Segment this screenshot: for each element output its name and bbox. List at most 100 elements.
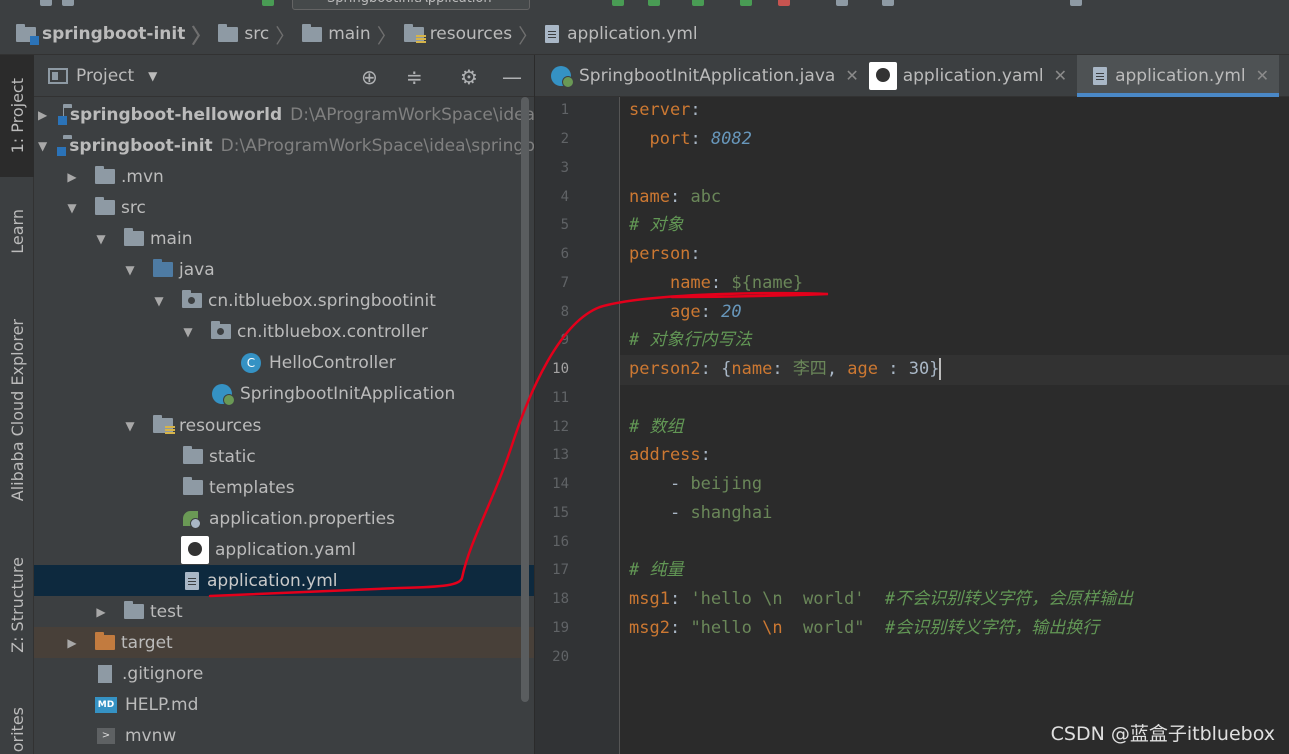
search-icon[interactable] xyxy=(1070,0,1082,6)
spring-boot-class-icon xyxy=(212,383,235,406)
resources-folder-icon xyxy=(153,415,175,435)
collapse-arrow-icon[interactable]: ▼ xyxy=(65,201,79,215)
toolbar-icon[interactable] xyxy=(40,0,52,6)
collapse-arrow-icon[interactable]: ▼ xyxy=(123,263,137,277)
tree-item-target[interactable]: ▶ target xyxy=(34,627,534,658)
code-line-10[interactable]: person2: {name: 李四, age : 30} xyxy=(629,355,942,383)
code-line-14[interactable]: - beijing xyxy=(629,470,762,498)
profile-icon[interactable] xyxy=(740,0,752,6)
editor-gutter: 1 2 3 4 5 6 7 8 9 10 11 12 13 14 15 16 1… xyxy=(535,97,620,754)
collapse-arrow-icon[interactable]: ▼ xyxy=(94,232,108,246)
code-editor[interactable]: server: port: 8082 name: abc # 对象 person… xyxy=(620,97,1289,754)
close-icon[interactable]: ✕ xyxy=(845,66,858,85)
line-number: 14 xyxy=(552,476,569,492)
project-view-icon xyxy=(48,67,68,84)
structure-tool-tab[interactable]: Z: Structure xyxy=(0,550,34,660)
collapse-all-icon[interactable]: ≑ xyxy=(406,65,423,89)
tree-item-application-properties[interactable]: application.properties xyxy=(34,503,534,534)
expand-arrow-icon[interactable]: ▶ xyxy=(65,170,79,184)
tree-item-application-yaml[interactable]: application.yaml xyxy=(34,534,534,565)
chevron-right-icon: 〉 xyxy=(376,23,397,48)
excluded-folder-icon xyxy=(95,632,115,650)
vcs-icon[interactable] xyxy=(882,0,894,6)
gitignore-file-icon xyxy=(98,664,112,683)
package-icon xyxy=(182,290,202,308)
tree-item-package-controller[interactable]: ▼ cn.itbluebox.controller xyxy=(34,316,534,347)
tab-application-yml[interactable]: application.yml ✕ xyxy=(1077,55,1280,97)
code-line-4[interactable]: name: abc xyxy=(629,183,721,211)
breadcrumb-item[interactable]: main 〉 xyxy=(302,20,403,49)
code-line-7[interactable]: name: ${name} xyxy=(629,269,803,297)
code-line-8[interactable]: age: 20 xyxy=(629,298,742,326)
code-line-18[interactable]: msg1: 'hello \n world' #不会识别转义字符，会原样输出 xyxy=(629,585,1133,613)
line-number: 6 xyxy=(560,246,569,262)
tree-item-static[interactable]: static xyxy=(34,441,534,472)
code-line-1[interactable]: server: xyxy=(629,96,701,124)
tree-item-springboot-init[interactable]: ▼ springboot-init D:\AProgramWorkSpace\i… xyxy=(34,130,534,161)
expand-arrow-icon[interactable]: ▶ xyxy=(38,108,47,122)
module-folder-icon xyxy=(16,23,39,45)
project-panel-scrollbar[interactable] xyxy=(521,97,529,702)
stop-icon[interactable] xyxy=(778,0,790,6)
tree-item-resources[interactable]: ▼ resources xyxy=(34,410,534,441)
alibaba-cloud-explorer-tab[interactable]: Alibaba Cloud Explorer xyxy=(0,295,34,525)
breadcrumb-item[interactable]: application.yml xyxy=(545,24,698,44)
debug-icon[interactable] xyxy=(648,0,660,6)
hide-panel-icon[interactable]: — xyxy=(502,65,522,89)
code-line-17[interactable]: # 纯量 xyxy=(629,556,683,584)
tree-item-mvn[interactable]: ▶ .mvn xyxy=(34,161,534,192)
breadcrumb-item[interactable]: src 〉 xyxy=(218,20,302,49)
tree-item-springboot-helloworld[interactable]: ▶ springboot-helloworld D:\AProgramWorkS… xyxy=(34,99,534,130)
project-view-title[interactable]: Project xyxy=(76,66,134,86)
code-line-6[interactable]: person: xyxy=(629,240,701,268)
expand-arrow-icon[interactable]: ▶ xyxy=(65,636,79,650)
expand-arrow-icon[interactable]: ▶ xyxy=(94,605,108,619)
collapse-arrow-icon[interactable]: ▼ xyxy=(123,419,137,433)
project-tool-tab[interactable]: 1: Project xyxy=(0,55,34,177)
folder-icon xyxy=(183,477,203,495)
code-line-9[interactable]: # 对象行内写法 xyxy=(629,326,751,354)
build-icon[interactable] xyxy=(262,0,274,6)
toolbar-icon[interactable] xyxy=(62,0,74,6)
code-line-15[interactable]: - shanghai xyxy=(629,499,772,527)
breadcrumb-item[interactable]: springboot-init 〉 xyxy=(16,20,218,49)
code-line-19[interactable]: msg2: "hello \n world" #会识别转义字符，输出换行 xyxy=(629,614,1099,642)
tree-item-hellocontroller[interactable]: C HelloController xyxy=(34,347,534,378)
code-line-12[interactable]: # 数组 xyxy=(629,413,683,441)
learn-tool-tab[interactable]: Learn xyxy=(0,190,34,272)
tree-item-package-springbootinit[interactable]: ▼ cn.itbluebox.springbootinit xyxy=(34,285,534,316)
favorites-tool-tab[interactable]: orites xyxy=(0,705,34,754)
code-line-13[interactable]: address: xyxy=(629,441,711,469)
tab-springbootinitapplication-java[interactable]: SpringbootInitApplication.java ✕ xyxy=(535,55,869,96)
tree-item-main[interactable]: ▼ main xyxy=(34,223,534,254)
breadcrumb-item[interactable]: resources 〉 xyxy=(403,20,545,49)
tab-application-yaml[interactable]: application.yaml ✕ xyxy=(868,55,1077,96)
gear-icon[interactable]: ⚙ xyxy=(460,65,478,89)
tree-item-springbootinitapplication[interactable]: SpringbootInitApplication xyxy=(34,378,534,409)
run-icon[interactable] xyxy=(612,0,624,6)
tree-item-templates[interactable]: templates xyxy=(34,472,534,503)
line-number: 19 xyxy=(552,620,569,636)
update-icon[interactable] xyxy=(836,0,848,6)
close-icon[interactable]: ✕ xyxy=(1256,66,1269,85)
chevron-down-icon[interactable]: ▼ xyxy=(148,69,157,83)
collapse-arrow-icon[interactable]: ▼ xyxy=(181,325,195,339)
coverage-icon[interactable] xyxy=(692,0,704,6)
tree-item-application-yml[interactable]: application.yml xyxy=(34,565,534,596)
locate-icon[interactable]: ⊕ xyxy=(361,65,378,89)
code-line-2[interactable]: port: 8082 xyxy=(629,125,751,153)
tree-item-java[interactable]: ▼ java xyxy=(34,254,534,285)
collapse-arrow-icon[interactable]: ▼ xyxy=(152,294,166,308)
close-icon[interactable]: ✕ xyxy=(1054,66,1067,85)
tree-item-test[interactable]: ▶ test xyxy=(34,596,534,627)
code-line-5[interactable]: # 对象 xyxy=(629,211,683,239)
line-number: 3 xyxy=(560,160,569,176)
line-number: 8 xyxy=(560,304,569,320)
tree-item-help-md[interactable]: MD HELP.md xyxy=(34,689,534,720)
line-number: 5 xyxy=(560,217,569,233)
collapse-arrow-icon[interactable]: ▼ xyxy=(38,139,47,153)
tree-item-src[interactable]: ▼ src xyxy=(34,192,534,223)
run-configuration-select[interactable]: SpringbootInitApplication xyxy=(292,0,530,10)
tree-item-gitignore[interactable]: .gitignore xyxy=(34,658,534,689)
tree-item-mvnw[interactable]: > mvnw xyxy=(34,720,534,751)
